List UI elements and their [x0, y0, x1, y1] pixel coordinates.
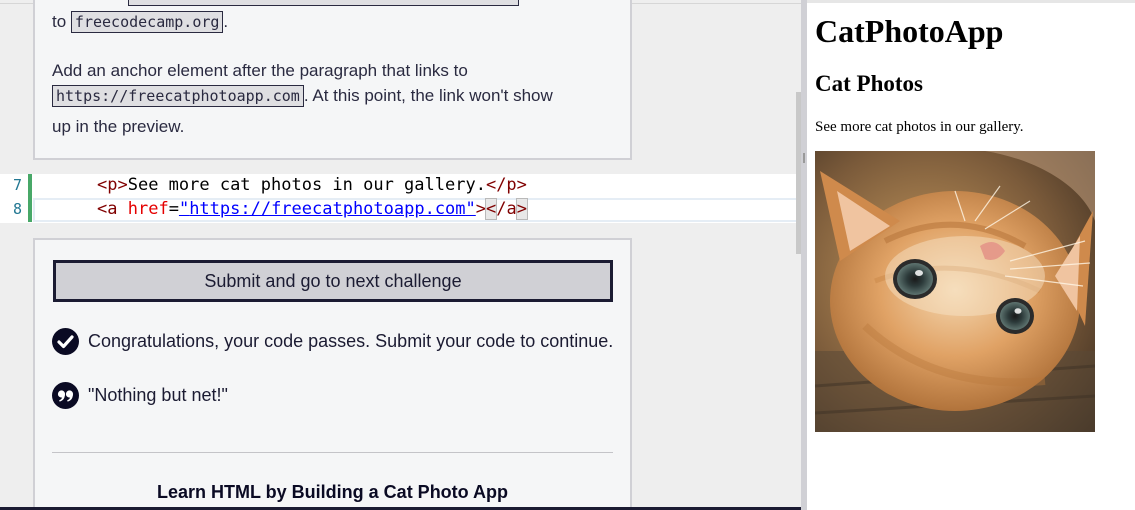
code-token: </p>	[485, 175, 527, 195]
line-number: 8	[12, 200, 22, 218]
splitter-grip-icon[interactable]	[803, 153, 805, 163]
changed-line-marker	[28, 174, 32, 198]
changed-line-marker	[28, 198, 32, 222]
code-line-7[interactable]: <p>See more cat photos in our gallery.</…	[97, 175, 527, 195]
code-token: <p>	[97, 175, 128, 195]
motivational-quote: "Nothing but net!"	[88, 385, 228, 405]
code-line-8[interactable]: <a href="https://freecatphotoapp.com"></…	[97, 198, 529, 220]
instruction-line: Add an anchor element after the paragrap…	[52, 61, 468, 80]
preview-pane: CatPhotoApp Cat Photos See more cat phot…	[807, 0, 1135, 510]
preview-paragraph: See more cat photos in our gallery.	[815, 119, 1024, 135]
instruction-line: up in the preview.	[52, 117, 185, 136]
code-chip-partial	[128, 0, 519, 6]
bracket-match: >	[515, 198, 529, 220]
instruction-text: . At this point, the link won't show	[303, 86, 553, 105]
cat-photo	[815, 151, 1095, 432]
submit-button[interactable]: Submit and go to next challenge	[53, 260, 613, 302]
success-message: Congratulations, your code passes. Submi…	[88, 331, 614, 351]
code-token: href	[127, 199, 169, 219]
code-token: "	[465, 199, 476, 219]
divider	[52, 452, 613, 453]
bracket-match: <	[485, 198, 498, 220]
inline-code: https://freecatphotoapp.com	[52, 85, 304, 107]
code-token: <a	[97, 199, 118, 219]
instruction-text: to	[52, 12, 67, 31]
code-token: >	[475, 199, 487, 219]
line-number: 7	[12, 176, 22, 194]
editor-pane: to freecodecamp.org. Add an anchor eleme…	[0, 0, 801, 510]
code-token: /a	[496, 199, 517, 219]
instruction-line: https://freecatphotoapp.com. At this poi…	[52, 85, 553, 107]
code-editor[interactable]: 7 <p>See more cat photos in our gallery.…	[0, 174, 801, 223]
instructions-panel: to freecodecamp.org. Add an anchor eleme…	[33, 0, 632, 160]
preview-heading: CatPhotoApp	[815, 13, 1004, 49]
instruction-text: .	[223, 12, 229, 31]
code-link[interactable]: https://freecatphotoapp.com	[189, 199, 465, 219]
code-token: "	[178, 199, 190, 219]
check-icon	[52, 328, 79, 355]
code-token: See more cat photos in our gallery.	[127, 175, 486, 195]
preview-subheading: Cat Photos	[815, 71, 923, 96]
results-panel: Submit and go to next challenge Congratu…	[33, 238, 632, 510]
quote-icon	[52, 382, 79, 409]
instruction-line: to freecodecamp.org.	[52, 11, 228, 33]
course-title: Learn HTML by Building a Cat Photo App	[157, 482, 508, 502]
code-token: =	[168, 199, 179, 219]
inline-code: freecodecamp.org	[70, 11, 224, 33]
